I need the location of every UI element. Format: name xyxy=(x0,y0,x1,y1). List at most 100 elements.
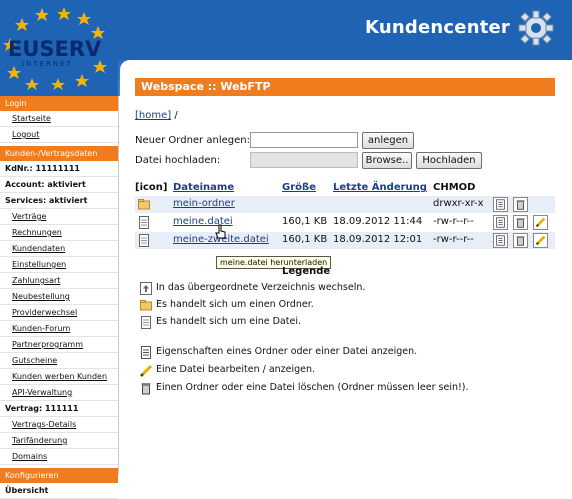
sidebar-item-tarifänderung[interactable]: Tarifänderung xyxy=(0,433,118,449)
file-name-link[interactable]: mein-ordner xyxy=(173,198,235,209)
table-row: meine-zweite.datei 160,1 KB 18.09.2012 1… xyxy=(135,232,555,249)
properties-icon[interactable] xyxy=(493,197,508,212)
breadcrumb-home-link[interactable]: [home] xyxy=(135,110,171,121)
mouse-cursor-icon xyxy=(215,224,226,239)
new-folder-label: Neuer Ordner anlegen: xyxy=(135,135,250,146)
page-title: Webspace :: WebFTP xyxy=(135,78,555,96)
properties-icon[interactable] xyxy=(493,215,508,230)
col-header-modified[interactable]: Letzte Änderung xyxy=(333,182,427,193)
sidebar-info-kdnr-11111111: KdNr.: 11111111 xyxy=(0,161,118,177)
file-icon xyxy=(139,234,149,247)
gear-icon xyxy=(518,10,554,46)
sidebar: Login Startseite Logout Kunden-/Vertragsdat… xyxy=(0,96,119,499)
breadcrumb: [home] / xyxy=(135,110,178,121)
logo-subtext: INTERNET xyxy=(22,60,73,68)
file-modified: 18.09.2012 12:01 xyxy=(333,234,423,245)
header-title: Kundencenter xyxy=(365,17,510,38)
sidebar-section-login: Login xyxy=(0,96,118,111)
sidebar-item-label: Startseite xyxy=(12,114,51,123)
sidebar-item-label: Zahlungsart xyxy=(12,276,61,285)
sidebar-item-verträge[interactable]: Verträge xyxy=(0,209,118,225)
table-row: mein-ordner drwxr-xr-x xyxy=(135,196,555,213)
sidebar-item-label: Domains xyxy=(12,452,48,461)
file-icon xyxy=(141,316,151,329)
browse-button[interactable]: Browse.. xyxy=(362,152,412,169)
legend-item: Einen Ordner oder eine Datei löschen (Or… xyxy=(156,382,469,393)
sidebar-item-vertrags-details[interactable]: Vertrags-Details xyxy=(0,417,118,433)
trash-icon[interactable] xyxy=(513,233,528,248)
upload-file-field[interactable] xyxy=(250,152,358,168)
sidebar-item-kunden-forum[interactable]: Kunden-Forum xyxy=(0,321,118,337)
file-size: 160,1 KB xyxy=(282,234,328,245)
sidebar-item-domains[interactable]: Domains xyxy=(0,449,118,465)
sidebar-item-label: Vertrags-Details xyxy=(12,420,77,429)
sidebar-item-kundendaten[interactable]: Kundendaten xyxy=(0,241,118,257)
folder-icon xyxy=(140,300,152,311)
sidebar-item-partnerprogramm[interactable]: Partnerprogramm xyxy=(0,337,118,353)
sidebar-item-gutscheine[interactable]: Gutscheine xyxy=(0,353,118,369)
sidebar-item-zahlungsart[interactable]: Zahlungsart xyxy=(0,273,118,289)
upload-button[interactable]: Hochladen xyxy=(416,152,482,169)
sidebar-info-übersicht: Übersicht xyxy=(0,483,118,499)
sidebar-item-label: Kunden werben Kunden xyxy=(12,372,108,381)
sidebar-item-label: Verträge xyxy=(12,212,47,221)
file-size: 160,1 KB xyxy=(282,216,328,227)
sidebar-item-label: Partnerprogramm xyxy=(12,340,84,349)
file-chmod: -rw-r--r-- xyxy=(433,234,474,245)
sidebar-item-label: Logout xyxy=(12,130,40,139)
sidebar-item-label: Gutscheine xyxy=(12,356,58,365)
legend-item: Es handelt sich um eine Datei. xyxy=(156,316,301,327)
trash-icon xyxy=(141,383,151,395)
folder-icon xyxy=(138,199,150,210)
sidebar-item-kunden-werben-kunden[interactable]: Kunden werben Kunden xyxy=(0,369,118,385)
sidebar-item-label: Rechnungen xyxy=(12,228,62,237)
sidebar-section-kunden-vertragsdaten: Kunden-/Vertragsdaten xyxy=(0,146,118,161)
col-header-size[interactable]: Größe xyxy=(282,182,316,193)
upload-label: Datei hochladen: xyxy=(135,155,221,166)
file-chmod: drwxr-xr-x xyxy=(433,198,484,209)
sidebar-item-einstellungen[interactable]: Einstellungen xyxy=(0,257,118,273)
new-folder-input[interactable] xyxy=(250,132,358,148)
trash-icon[interactable] xyxy=(513,197,528,212)
properties-icon[interactable] xyxy=(493,233,508,248)
breadcrumb-separator: / xyxy=(174,110,178,121)
sidebar-item-label: Neubestellung xyxy=(12,292,70,301)
sidebar-item-label: Kunden-Forum xyxy=(12,324,71,333)
sidebar-item-rechnungen[interactable]: Rechnungen xyxy=(0,225,118,241)
legend-item: Eigenschaften eines Ordner oder einer Da… xyxy=(156,346,418,357)
edit-pencil-icon[interactable] xyxy=(533,215,548,230)
trash-icon[interactable] xyxy=(513,215,528,230)
create-folder-button[interactable]: anlegen xyxy=(362,132,414,149)
sidebar-item-api-verwaltung[interactable]: API-Verwaltung xyxy=(0,385,118,401)
sidebar-item-label: Einstellungen xyxy=(12,260,67,269)
col-header-chmod: CHMOD xyxy=(433,182,476,193)
table-row: meine.datei 160,1 KB 18.09.2012 11:44 -r… xyxy=(135,214,555,231)
main-panel: Webspace :: WebFTP [home] / Neuer Ordner… xyxy=(120,60,572,474)
sidebar-item-neubestellung[interactable]: Neubestellung xyxy=(0,289,118,305)
col-header-icon: [icon] xyxy=(135,182,168,193)
edit-pencil-icon[interactable] xyxy=(533,233,548,248)
properties-icon xyxy=(141,346,151,359)
logo-text: EUSERV xyxy=(8,37,102,61)
file-chmod: -rw-r--r-- xyxy=(433,216,474,227)
euserv-logo[interactable]: EUSERV INTERNET xyxy=(2,4,114,90)
sidebar-item-label: Kundendaten xyxy=(12,244,66,253)
file-icon xyxy=(139,216,149,229)
parent-directory-icon xyxy=(140,282,152,295)
legend-item: Eine Datei bearbeiten / anzeigen. xyxy=(156,364,316,375)
legend-item: Es handelt sich um einen Ordner. xyxy=(156,299,314,310)
file-modified: 18.09.2012 11:44 xyxy=(333,216,423,227)
legend-title: Legende xyxy=(282,266,331,277)
sidebar-item-logout[interactable]: Logout xyxy=(0,127,118,143)
sidebar-item-label: Tarifänderung xyxy=(12,436,68,445)
sidebar-info-account-aktiviert: Account: aktiviert xyxy=(0,177,118,193)
sidebar-info-services-aktiviert: Services: aktiviert xyxy=(0,193,118,209)
sidebar-item-providerwechsel[interactable]: Providerwechsel xyxy=(0,305,118,321)
sidebar-info-vertrag-111111: Vertrag: 111111 xyxy=(0,401,118,417)
col-header-filename[interactable]: Dateiname xyxy=(173,182,234,193)
legend-item: In das übergeordnete Verzeichnis wechsel… xyxy=(156,282,366,293)
sidebar-item-startseite[interactable]: Startseite xyxy=(0,111,118,127)
sidebar-section-konfigurieren: Konfigurieren xyxy=(0,468,118,483)
sidebar-item-label: Providerwechsel xyxy=(12,308,78,317)
edit-pencil-icon xyxy=(140,364,152,377)
